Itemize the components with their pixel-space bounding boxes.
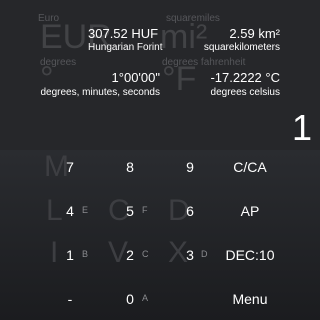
key-3-hint: D [201, 249, 208, 259]
currency-unit: Hungarian Forint [88, 42, 163, 53]
temperature-ghost-symbol: °F [162, 60, 197, 98]
area-unit: squarekilometers [203, 42, 280, 53]
keypad: M L C D I V X 7 8 9 C/CA 4 E 5 F 6 AP 1 … [0, 150, 320, 320]
clear-button[interactable]: C/CA [210, 160, 290, 174]
key-2-hint: C [142, 249, 149, 259]
area-ghost-symbol: mi² [160, 18, 208, 56]
key-0-hint: A [142, 293, 149, 303]
temperature-value[interactable]: -17.2222 °C [210, 71, 280, 84]
angle-value[interactable]: 1°00'00" [112, 71, 160, 84]
key-5-hint: F [142, 205, 148, 215]
key-7[interactable]: 7 [50, 160, 90, 174]
key-9[interactable]: 9 [170, 160, 210, 174]
dec-base-button[interactable]: DEC:10 [210, 248, 290, 262]
key-6[interactable]: 6 [170, 204, 210, 218]
temperature-unit: degrees celsius [210, 87, 280, 98]
currency-value[interactable]: 307.52 HUF [88, 27, 158, 40]
key-minus[interactable]: - [50, 292, 90, 306]
key-1-hint: B [82, 249, 89, 259]
area-value[interactable]: 2.59 km² [229, 27, 280, 40]
ap-button[interactable]: AP [210, 204, 290, 218]
result-display: 1 [291, 107, 312, 148]
angle-unit: degrees, minutes, seconds [40, 87, 160, 98]
menu-button[interactable]: Menu [210, 292, 290, 306]
key-8[interactable]: 8 [110, 160, 150, 174]
converter-panel: Euro EUR 307.52 HUF Hungarian Forint squ… [0, 0, 320, 150]
key-4-hint: E [82, 205, 89, 215]
